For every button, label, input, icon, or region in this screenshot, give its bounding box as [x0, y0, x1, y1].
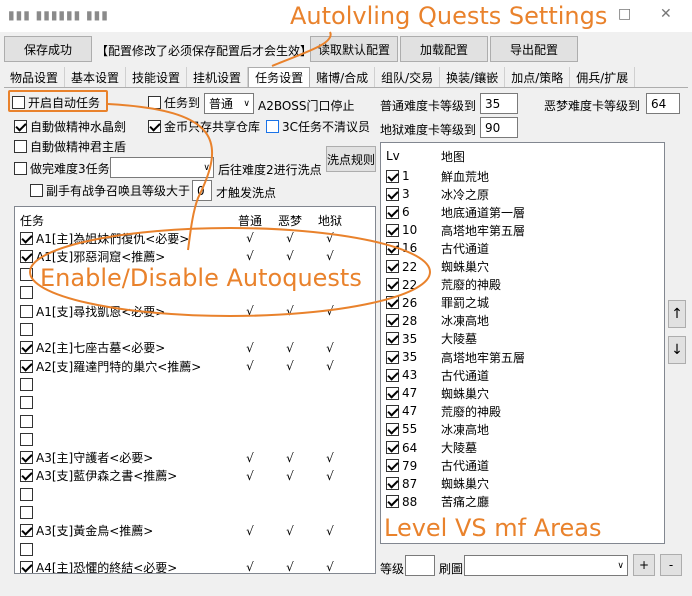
annotation-arrows — [29, 31, 431, 317]
arrow-to-tab — [271, 31, 332, 67]
enable-ellipse — [29, 227, 431, 317]
